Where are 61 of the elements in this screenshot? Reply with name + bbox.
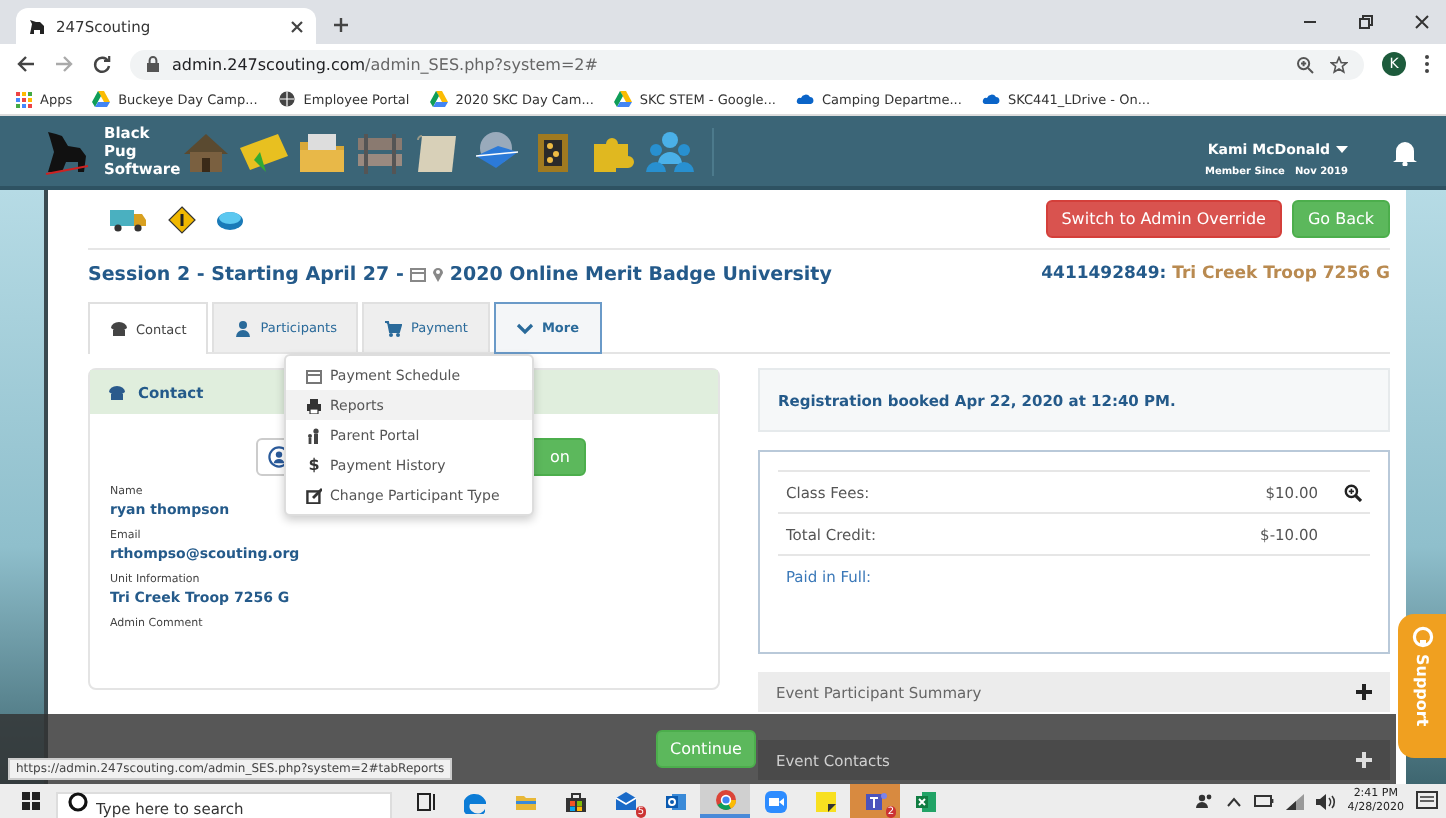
windows-logo-icon[interactable] — [22, 792, 40, 810]
back-arrow-icon[interactable] — [16, 54, 36, 74]
account-id: 4411492849: — [1041, 264, 1167, 284]
bell-icon[interactable] — [1392, 137, 1418, 165]
shopping-bag-icon — [563, 789, 587, 813]
lock-icon — [146, 56, 160, 72]
chrome-icon — [713, 787, 737, 811]
chrome-taskbar-button[interactable] — [700, 784, 750, 818]
chevron-up-icon[interactable] — [1225, 795, 1242, 807]
address-field[interactable]: admin.247scouting.com/admin_SES.php?system=2# — [130, 49, 1364, 79]
admin-override-button[interactable]: Switch to Admin Override — [1045, 200, 1282, 238]
close-icon[interactable] — [290, 19, 304, 33]
speaker-icon[interactable] — [1315, 793, 1336, 809]
truck-icon[interactable] — [108, 205, 148, 233]
caret-icon — [1336, 146, 1348, 154]
reload-icon[interactable] — [92, 54, 112, 74]
menu-icon[interactable] — [1424, 54, 1430, 74]
cart-icon — [384, 319, 403, 337]
event-title: 2020 Online Merit Badge University — [449, 263, 832, 285]
printer-icon — [306, 397, 322, 413]
dog-logo-icon — [44, 127, 92, 175]
video-camera-icon — [763, 789, 787, 813]
magnifier-icon[interactable] — [1344, 483, 1362, 501]
star-icon[interactable] — [1330, 55, 1348, 73]
restore-icon[interactable] — [1358, 14, 1374, 30]
map-pin-icon — [431, 266, 444, 282]
warning-sign-icon[interactable] — [168, 205, 196, 233]
apps-grid-icon — [16, 91, 32, 107]
session-title: Session 2 - Starting April 27 - — [88, 263, 404, 285]
people-icon[interactable] — [1195, 792, 1214, 810]
battery-icon[interactable] — [1253, 794, 1274, 808]
cloud-icon — [981, 90, 1000, 108]
notification-icon[interactable] — [1416, 790, 1438, 812]
calendar-icon — [409, 266, 426, 282]
drive-triangle-icon — [429, 90, 448, 108]
new-tab-icon[interactable] — [332, 16, 350, 34]
sticky-note-icon — [813, 789, 837, 813]
drive-triangle-icon — [613, 90, 632, 108]
unit-name: Tri Creek Troop 7256 G — [1170, 264, 1390, 284]
dollar-icon: $ — [306, 456, 322, 474]
spreadsheet-icon — [913, 789, 937, 813]
circle-icon — [68, 791, 88, 811]
person-icon — [234, 319, 253, 337]
dog-icon — [28, 17, 46, 35]
globe-icon — [277, 90, 296, 108]
plus-icon — [1356, 752, 1372, 768]
calendar-icon — [306, 367, 322, 383]
edge-icon — [463, 789, 487, 813]
chevron-down-icon — [515, 319, 534, 337]
edit-icon — [306, 487, 322, 503]
outlook-icon — [663, 789, 687, 813]
drive-triangle-icon — [92, 90, 111, 108]
cloud-icon — [795, 90, 814, 108]
task-view-icon — [413, 789, 437, 813]
close-icon[interactable] — [1414, 14, 1430, 30]
zoom-icon[interactable] — [1296, 55, 1314, 73]
user-circle-icon — [267, 445, 289, 467]
teams-icon — [863, 789, 887, 813]
envelope-icon — [613, 789, 637, 813]
url-text: admin.247scouting.com/admin_SES.php?system=2# — [172, 55, 598, 73]
plus-icon — [1356, 684, 1372, 700]
